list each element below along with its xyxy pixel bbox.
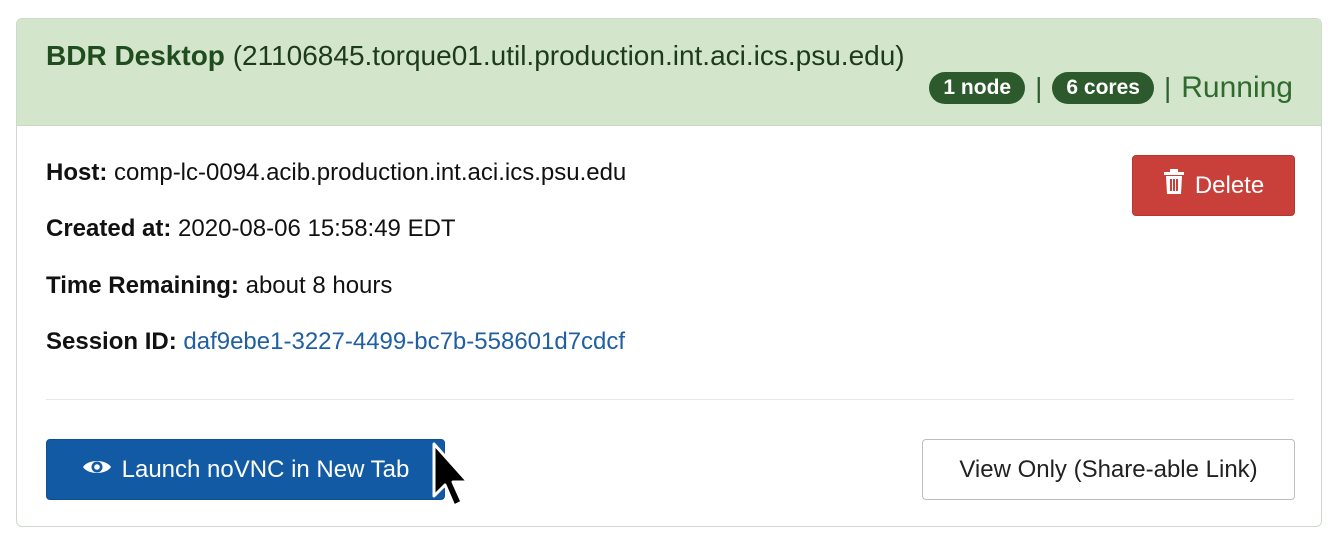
view-only-label: View Only (Share-able Link) [959,455,1258,483]
remaining-label: Time Remaining: [46,272,239,299]
status-text: Running [1181,71,1293,104]
cores-badge: 6 cores [1052,72,1154,104]
session-status-line: 1 node | 6 cores | Running [929,71,1293,105]
session-id-label: Session ID: [46,328,177,355]
view-only-button[interactable]: View Only (Share-able Link) [922,439,1295,500]
delete-button-label: Delete [1194,171,1265,199]
session-card: BDR Desktop (21106845.torque01.util.prod… [16,18,1322,527]
host-label: Host: [46,159,108,186]
remaining-row: Time Remaining: about 8 hours [46,272,392,300]
session-id-link[interactable]: daf9ebe1-3227-4499-bc7b-558601d7cdcf [183,328,625,355]
job-id: (21106845.torque01.util.production.int.a… [232,40,905,71]
separator: | [1035,72,1043,103]
trash-icon [1163,169,1185,202]
nodes-badge: 1 node [929,72,1026,104]
app-name: BDR Desktop [46,40,225,71]
launch-novnc-button[interactable]: Launch noVNC in New Tab [46,439,445,500]
created-row: Created at: 2020-08-06 15:58:49 EDT [46,215,456,243]
host-value: comp-lc-0094.acib.production.int.aci.ics… [114,159,627,186]
created-value: 2020-08-06 15:58:49 EDT [178,215,456,242]
host-row: Host: comp-lc-0094.acib.production.int.a… [46,159,626,187]
divider [46,399,1294,400]
launch-button-label: Launch noVNC in New Tab [121,455,410,483]
remaining-value: about 8 hours [245,272,393,299]
eye-icon [82,456,112,484]
session-card-body: Host: comp-lc-0094.acib.production.int.a… [17,126,1321,526]
separator: | [1163,72,1172,103]
session-title: BDR Desktop (21106845.torque01.util.prod… [46,40,905,72]
mouse-cursor-icon [432,442,470,508]
session-card-header: BDR Desktop (21106845.torque01.util.prod… [17,19,1321,126]
delete-button[interactable]: Delete [1132,155,1295,216]
session-id-row: Session ID: daf9ebe1-3227-4499-bc7b-5586… [46,328,625,356]
created-label: Created at: [46,215,172,242]
